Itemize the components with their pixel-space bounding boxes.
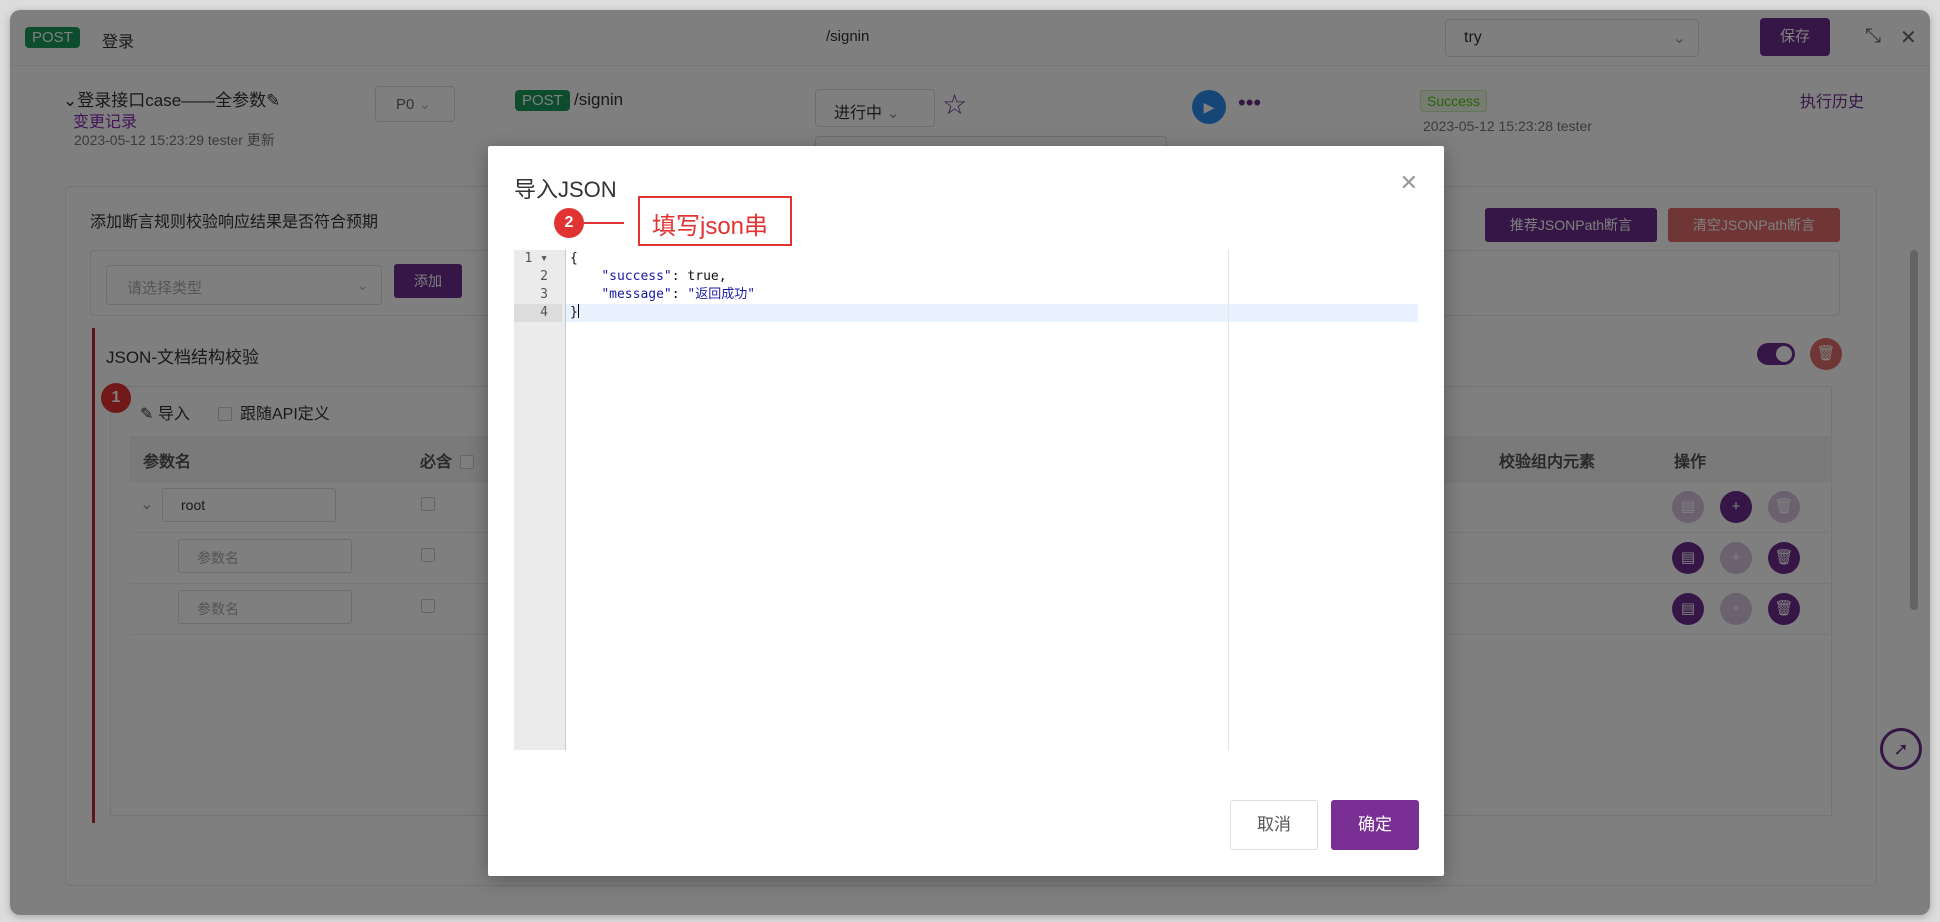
line-number: 3 [540,287,548,302]
dialog-title: 导入JSON [514,177,617,202]
callout-box: 填写json串 [638,196,792,246]
close-icon[interactable]: ✕ [1400,170,1418,196]
line-number: 2 [540,269,548,284]
step-marker-2: 2 [554,208,584,238]
json-editor[interactable]: 1 ▾ 2 3 4 { "success": true, "message": … [514,250,1418,750]
code-line: "message": "返回成功" [601,287,756,302]
line-gutter [514,250,566,750]
code-line: "success": true, [601,269,727,284]
line-number: 1 ▾ [524,251,548,266]
code-line: } [570,304,579,320]
line-number: 4 [514,304,562,322]
code-line: { [570,251,578,266]
active-line-highlight [566,304,1418,322]
text-cursor [577,304,579,318]
cancel-button[interactable]: 取消 [1230,800,1318,850]
confirm-button[interactable]: 确定 [1331,800,1419,850]
callout-line [584,222,624,224]
import-json-dialog: 导入JSON ✕ 1 ▾ 2 3 4 { "success": true, "m… [488,146,1444,876]
print-margin [1228,250,1229,750]
